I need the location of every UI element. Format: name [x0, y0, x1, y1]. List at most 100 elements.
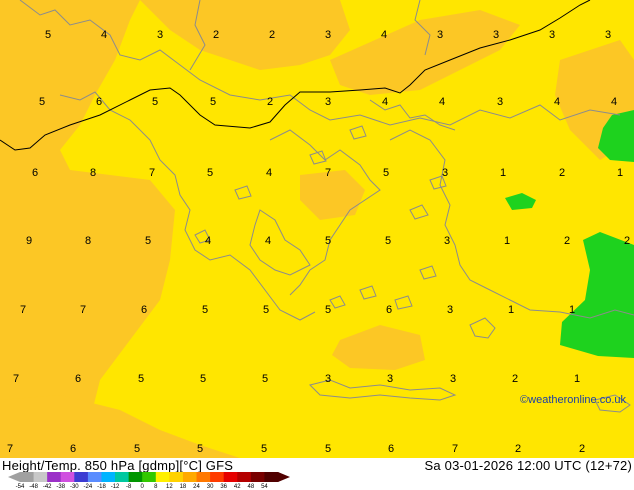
temp-label: 7 — [149, 167, 155, 179]
temp-label: 3 — [605, 29, 611, 41]
scale-label: -24 — [83, 484, 93, 490]
temp-label: 6 — [75, 373, 81, 385]
temp-label: 1 — [508, 304, 514, 316]
color-scale-bar — [8, 472, 290, 482]
temp-label: 4 — [266, 167, 272, 179]
temp-label: 2 — [269, 29, 275, 41]
scale-swatch — [115, 472, 130, 482]
temp-label: 5 — [325, 235, 331, 247]
scale-swatch — [142, 472, 157, 482]
temp-label: 5 — [145, 235, 151, 247]
temp-label: 5 — [138, 373, 144, 385]
temp-label: 4 — [439, 96, 445, 108]
scale-swatch — [210, 472, 225, 482]
scale-swatch — [223, 472, 238, 482]
temp-label: 7 — [7, 443, 13, 455]
temp-label: 7 — [325, 167, 331, 179]
scale-swatch — [196, 472, 211, 482]
temp-label: 6 — [388, 443, 394, 455]
temp-label: 2 — [579, 443, 585, 455]
scale-label: 36 — [220, 484, 228, 490]
temp-label: 2 — [512, 373, 518, 385]
temp-label: 8 — [90, 167, 96, 179]
scale-swatch — [169, 472, 184, 482]
scale-arrow-low — [8, 472, 20, 482]
scale-label: -38 — [56, 484, 66, 490]
scale-swatch — [182, 472, 198, 482]
temp-label: 6 — [32, 167, 38, 179]
temp-label: 1 — [617, 167, 623, 179]
temp-label: 3 — [325, 29, 331, 41]
temp-label: 3 — [442, 167, 448, 179]
scale-label: 18 — [179, 484, 187, 490]
temp-label: 2 — [267, 96, 273, 108]
scale-arrow-high — [278, 472, 290, 482]
temp-label: 3 — [497, 96, 503, 108]
scale-swatch — [47, 472, 62, 482]
weather-map-view: 5432234333356552344344687547531219854455… — [0, 0, 634, 490]
temp-label: 3 — [450, 373, 456, 385]
temp-label: 8 — [85, 235, 91, 247]
temp-label: 3 — [325, 373, 331, 385]
temp-label: 5 — [385, 235, 391, 247]
temp-label: 5 — [200, 373, 206, 385]
temp-label: 3 — [444, 235, 450, 247]
scale-label: 48 — [247, 484, 255, 490]
scale-label: 54 — [261, 484, 268, 490]
temp-label: 2 — [213, 29, 219, 41]
scale-label: 42 — [233, 484, 241, 490]
temp-label: 4 — [205, 235, 211, 247]
scale-swatch — [250, 472, 265, 482]
temp-label: 1 — [574, 373, 580, 385]
scale-swatch — [74, 472, 89, 482]
scale-label: 8 — [154, 484, 158, 490]
scale-label: -48 — [29, 484, 38, 490]
temp-label: 3 — [447, 304, 453, 316]
scale-label: 30 — [206, 484, 214, 490]
temp-label: 5 — [45, 29, 51, 41]
scale-swatch — [33, 472, 48, 482]
temp-label: 4 — [101, 29, 107, 41]
temp-label: 1 — [504, 235, 510, 247]
temp-label: 5 — [261, 443, 267, 455]
temp-label: 4 — [554, 96, 560, 108]
temp-label: 5 — [202, 304, 208, 316]
temp-label: 5 — [383, 167, 389, 179]
temp-label: 7 — [20, 304, 26, 316]
scale-label: -30 — [69, 484, 79, 490]
scale-label: -18 — [97, 484, 106, 490]
temp-label: 4 — [381, 29, 387, 41]
temp-label: 6 — [141, 304, 147, 316]
temp-label: 2 — [559, 167, 565, 179]
map-footer: Height/Temp. 850 hPa [gdmp][°C] GFS Sa 0… — [0, 394, 634, 490]
scale-label: -42 — [42, 484, 52, 490]
temp-label: 5 — [325, 304, 331, 316]
scale-label: -54 — [15, 484, 25, 490]
scale-label: -12 — [110, 484, 120, 490]
temp-label: 6 — [96, 96, 102, 108]
temp-label: 5 — [325, 443, 331, 455]
temp-label: 1 — [569, 304, 575, 316]
scale-swatch — [20, 472, 35, 482]
temp-label: 7 — [80, 304, 86, 316]
temp-label: 7 — [13, 373, 19, 385]
scale-label: -8 — [125, 484, 132, 490]
temp-label: 3 — [493, 29, 499, 41]
scale-swatch — [60, 472, 75, 482]
credit-text[interactable]: ©weatheronline.co.uk — [520, 394, 626, 406]
temp-label: 4 — [265, 235, 271, 247]
temp-label: 3 — [549, 29, 555, 41]
temp-label: 2 — [564, 235, 570, 247]
temp-label: 9 — [26, 235, 32, 247]
temp-label: 6 — [386, 304, 392, 316]
temp-label: 3 — [157, 29, 163, 41]
valid-time: Sa 03-01-2026 12:00 UTC (12+72) — [424, 458, 632, 473]
scale-swatch — [101, 472, 116, 482]
temp-label: 3 — [387, 373, 393, 385]
temp-label: 5 — [134, 443, 140, 455]
temp-label: 3 — [437, 29, 443, 41]
temp-label: 4 — [382, 96, 388, 108]
temp-label: 5 — [39, 96, 45, 108]
temp-label: 1 — [500, 167, 506, 179]
temp-label: 5 — [262, 373, 268, 385]
